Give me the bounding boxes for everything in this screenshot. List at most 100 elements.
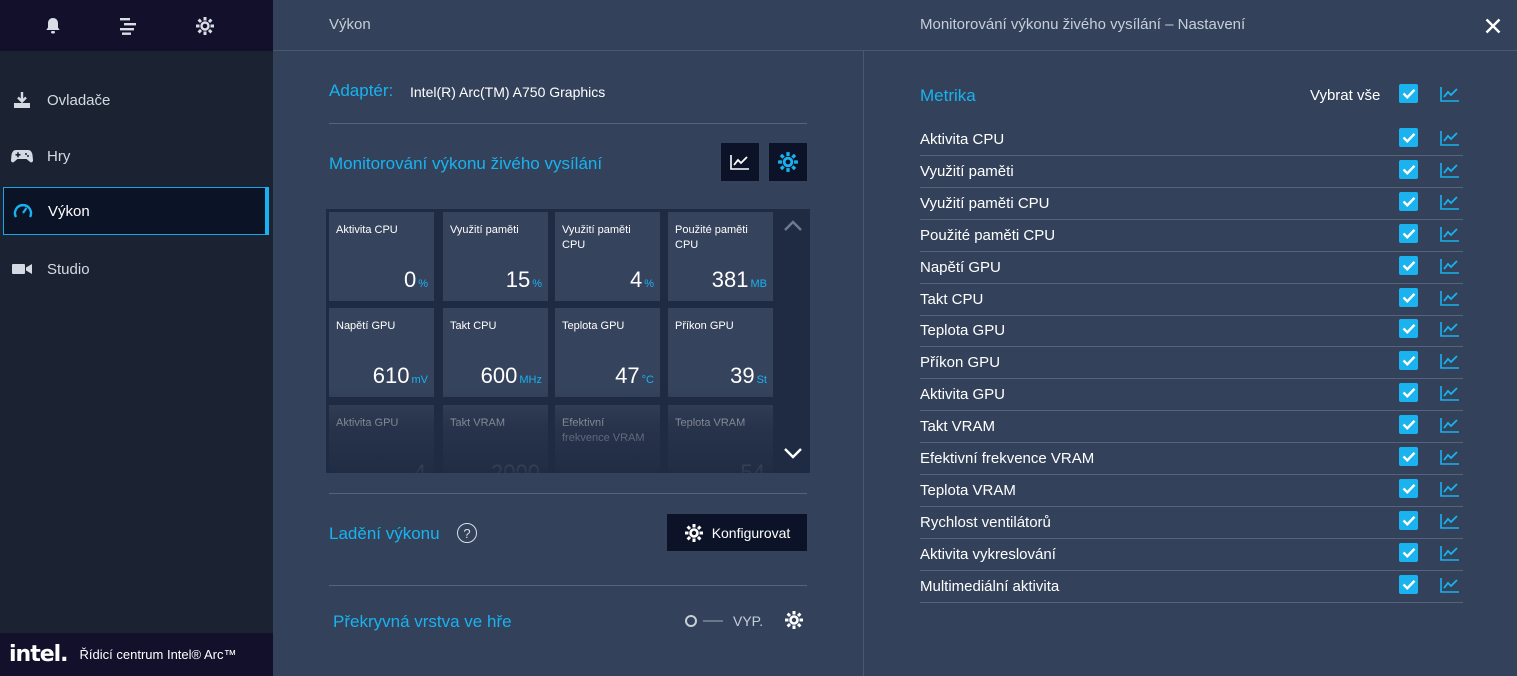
- metric-checkbox[interactable]: [1399, 159, 1418, 179]
- settings-panel-title: Monitorování výkonu živého vysílání – Na…: [920, 16, 1246, 33]
- line-chart-icon: [1440, 194, 1459, 210]
- metric-tile: Takt CPU 600 MHz: [443, 308, 548, 397]
- gear-icon: [785, 611, 803, 629]
- tile-value: 381: [711, 267, 749, 292]
- check-icon: [1402, 324, 1415, 335]
- gear-icon[interactable]: [193, 14, 217, 38]
- metric-chart-toggle[interactable]: [1439, 194, 1461, 210]
- line-chart-icon: [1440, 162, 1459, 178]
- metric-chart-toggle[interactable]: [1439, 545, 1461, 561]
- tile-value: 610: [372, 363, 410, 388]
- metric-checkbox[interactable]: [1399, 223, 1418, 243]
- check-icon: [1402, 292, 1415, 303]
- metric-checkbox[interactable]: [1399, 255, 1418, 275]
- metric-label: Multimediální aktivita: [920, 577, 1060, 595]
- metric-chart-toggle[interactable]: [1439, 353, 1461, 370]
- metric-checkbox[interactable]: [1399, 478, 1418, 498]
- line-chart-icon: [1440, 322, 1459, 338]
- line-chart-icon: [1440, 226, 1459, 242]
- metric-checkbox[interactable]: [1399, 287, 1418, 307]
- scroll-up-button[interactable]: [781, 214, 805, 238]
- sidebar-item-label: Studio: [47, 260, 90, 278]
- metric-chart-toggle[interactable]: [1439, 321, 1461, 338]
- metric-tile: Efektivní frekvence VRAM: [555, 405, 660, 473]
- close-icon[interactable]: [1481, 14, 1505, 38]
- check-icon: [1402, 483, 1415, 494]
- metric-label: Využití paměti CPU: [920, 194, 1050, 212]
- metric-checkbox[interactable]: [1399, 128, 1418, 147]
- metric-tile: Použité paměti CPU 381 MB: [668, 212, 773, 301]
- metric-chart-toggle[interactable]: [1439, 258, 1461, 274]
- sidebar-item-games[interactable]: Hry: [3, 132, 269, 180]
- tile-unit: %: [644, 278, 654, 290]
- tile-label: Příkon GPU: [675, 320, 734, 332]
- metric-tile: Takt VRAM 2000: [443, 405, 548, 473]
- metric-chart-toggle[interactable]: [1439, 130, 1461, 146]
- overlay-toggle[interactable]: [685, 615, 723, 627]
- check-icon: [1402, 547, 1415, 558]
- sidebar-footer: intel. Řídicí centrum Intel® Arc™: [0, 633, 273, 676]
- metric-chart-toggle[interactable]: [1439, 449, 1461, 465]
- sidebar-item-performance[interactable]: Výkon: [3, 187, 269, 235]
- sidebar-item-label: Hry: [47, 147, 71, 165]
- metric-checkbox[interactable]: [1399, 510, 1418, 530]
- tile-value: 0: [403, 267, 417, 292]
- check-icon: [1402, 164, 1415, 175]
- configure-button[interactable]: Konfigurovat: [667, 514, 807, 551]
- adapter-name: Intel(R) Arc(TM) A750 Graphics: [410, 84, 606, 100]
- tile-label: Efektivní frekvence VRAM: [562, 417, 645, 444]
- metrics-title: Metrika: [920, 86, 976, 105]
- panel-divider: [863, 51, 864, 676]
- help-icon[interactable]: ?: [457, 523, 477, 543]
- metric-chart-toggle[interactable]: [1439, 385, 1461, 401]
- metric-chart-toggle[interactable]: [1439, 577, 1461, 593]
- metric-checkbox[interactable]: [1399, 415, 1418, 435]
- metric-chart-toggle[interactable]: [1439, 513, 1461, 529]
- header: Výkon Monitorování výkonu živého vysílán…: [273, 0, 1517, 51]
- menu-icon[interactable]: [116, 14, 140, 38]
- metric-row: Napětí GPU: [920, 252, 1463, 284]
- tile-value: 39: [730, 363, 755, 388]
- line-chart-icon: [1440, 545, 1459, 561]
- metric-checkbox[interactable]: [1399, 351, 1418, 371]
- overlay-settings-button[interactable]: [783, 609, 805, 631]
- sidebar-item-studio[interactable]: Studio: [3, 245, 269, 293]
- metric-tile: Příkon GPU 39 St: [668, 308, 773, 397]
- chart-button[interactable]: [721, 143, 759, 181]
- metric-checkbox[interactable]: [1399, 447, 1418, 466]
- chevron-up-icon: [784, 220, 802, 231]
- metric-checkbox[interactable]: [1399, 574, 1418, 594]
- metric-chart-toggle[interactable]: [1439, 226, 1461, 242]
- metric-chart-toggle[interactable]: [1439, 290, 1461, 306]
- sidebar-item-drivers[interactable]: Ovladače: [3, 76, 269, 124]
- metric-checkbox[interactable]: [1399, 319, 1418, 339]
- metric-checkbox[interactable]: [1399, 383, 1418, 403]
- metric-label: Aktivita GPU: [920, 386, 1006, 404]
- metric-chart-toggle[interactable]: [1439, 481, 1461, 497]
- metric-checkbox[interactable]: [1399, 191, 1418, 211]
- scroll-down-button[interactable]: [781, 441, 805, 465]
- tile-label: Takt VRAM: [450, 417, 506, 429]
- line-chart-icon: [730, 155, 749, 170]
- overlay-title: Překryvná vrstva ve hře: [333, 612, 512, 631]
- tile-unit: mV: [411, 374, 429, 386]
- line-chart-icon: [1440, 258, 1459, 274]
- metric-label: Efektivní frekvence VRAM: [920, 450, 1095, 467]
- check-icon: [1402, 132, 1415, 143]
- metric-checkbox[interactable]: [1399, 542, 1418, 562]
- metric-chart-toggle[interactable]: [1439, 417, 1461, 433]
- bell-icon[interactable]: [41, 14, 65, 38]
- metric-label: Příkon GPU: [920, 354, 1001, 372]
- metric-row: Aktivita CPU: [920, 124, 1463, 156]
- metric-chart-toggle[interactable]: [1439, 162, 1461, 178]
- app-name: Řídicí centrum Intel® Arc™: [79, 646, 237, 662]
- select-all-checkbox[interactable]: [1399, 84, 1418, 103]
- overlay-state: VYP.: [733, 613, 764, 629]
- select-all-chart-toggle[interactable]: [1439, 86, 1461, 102]
- toggle-track: [703, 620, 723, 622]
- check-icon: [1402, 388, 1415, 399]
- tile-label: Napětí GPU: [336, 320, 396, 332]
- monitoring-settings-button[interactable]: [769, 143, 807, 181]
- metric-label: Použité paměti CPU: [920, 226, 1056, 244]
- tile-unit: St: [756, 374, 767, 386]
